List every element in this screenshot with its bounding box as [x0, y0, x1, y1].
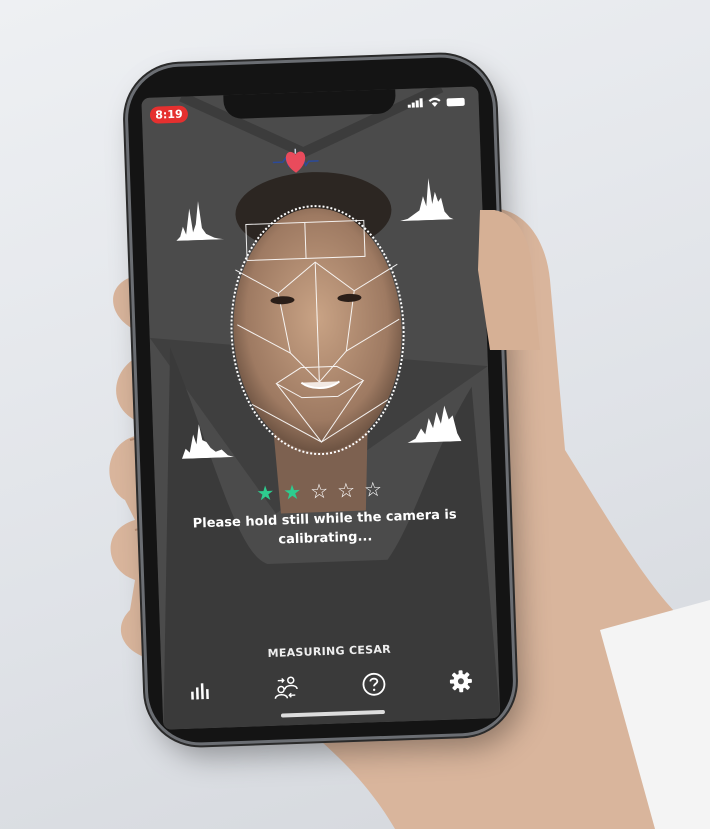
star-empty-icon: ☆ [363, 476, 392, 502]
histogram-icon [181, 424, 234, 459]
battery-icon [446, 97, 465, 107]
help-icon [362, 672, 386, 696]
thumb-illustration [478, 210, 540, 350]
tab-settings[interactable] [441, 664, 480, 699]
star-empty-icon: ☆ [309, 478, 338, 504]
star-filled-icon: ★ [255, 480, 284, 506]
phone: 8:19 ★★☆☆☆ Please hold still while the c… [126, 55, 515, 745]
histogram-icon [176, 201, 225, 241]
star-empty-icon: ☆ [336, 477, 365, 503]
histogram-icon [407, 405, 462, 443]
bar-chart-icon [191, 683, 209, 700]
histogram-icon [399, 178, 454, 222]
signal-icon [407, 98, 423, 108]
status-time: 8:19 [149, 105, 189, 124]
tab-help[interactable] [354, 667, 393, 702]
wifi-icon [428, 97, 441, 107]
heart-logo-icon [272, 148, 319, 173]
switch-user-icon [274, 676, 299, 699]
star-filled-icon: ★ [282, 479, 311, 505]
gear-icon [449, 670, 472, 693]
tab-switch-user[interactable] [267, 670, 306, 705]
camera-screen: 8:19 ★★☆☆☆ Please hold still while the c… [141, 86, 501, 730]
status-icons [407, 96, 465, 108]
tab-stats[interactable] [179, 673, 218, 708]
